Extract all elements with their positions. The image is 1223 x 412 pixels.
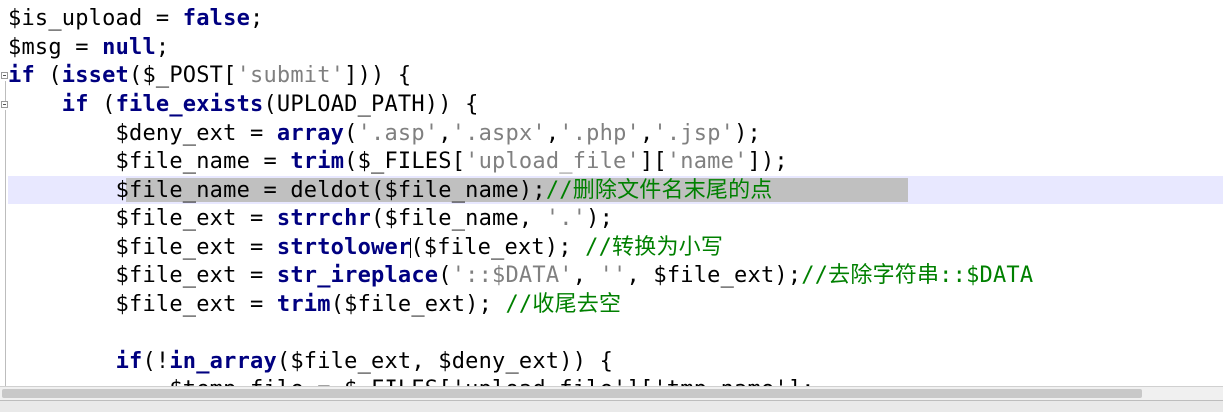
fold-toggle-icon[interactable] [1,101,8,108]
code-line-3[interactable]: if (isset($_POST['submit'])) { [8,62,411,90]
code-line-13[interactable]: if(!in_array($file_ext, $deny_ext)) { [8,348,613,376]
code-line-10[interactable]: $file_ext = str_ireplace('::$DATA', '', … [8,262,1034,290]
code-line-11[interactable]: $file_ext = trim($file_ext); //收尾去空 [8,291,621,319]
fold-line [5,110,6,386]
code-editor[interactable]: · · · · · · · · · $is_upload = false; $m… [0,0,1223,386]
code-line-4[interactable]: if (file_exists(UPLOAD_PATH)) { [8,91,479,119]
partial-line-top: · · · · · · · · · [8,0,233,4]
code-line-2[interactable]: $msg = null; [8,34,169,62]
scrollbar-thumb[interactable] [2,389,1142,398]
fold-toggle-icon[interactable] [1,72,8,79]
code-line-14-partial[interactable]: $temp_file = $_FILES['upload_file']['tmp… [8,376,815,386]
code-line-9[interactable]: $file_ext = strtolower($file_ext); //转换为… [8,234,723,262]
code-line-5[interactable]: $deny_ext = array('.asp','.aspx','.php',… [8,120,761,148]
fold-line [5,81,6,101]
fold-gutter [0,0,8,386]
horizontal-scrollbar[interactable] [0,386,1223,400]
code-line-8[interactable]: $file_ext = strrchr($file_name, '.'); [8,205,613,233]
status-bar [0,400,1223,412]
code-line-7-selected[interactable]: $file_name = deldot($file_name);//删除文件名末… [8,177,773,205]
code-line-1[interactable]: $is_upload = false; [8,5,263,33]
code-line-6[interactable]: $file_name = trim($_FILES['upload_file']… [8,148,788,176]
